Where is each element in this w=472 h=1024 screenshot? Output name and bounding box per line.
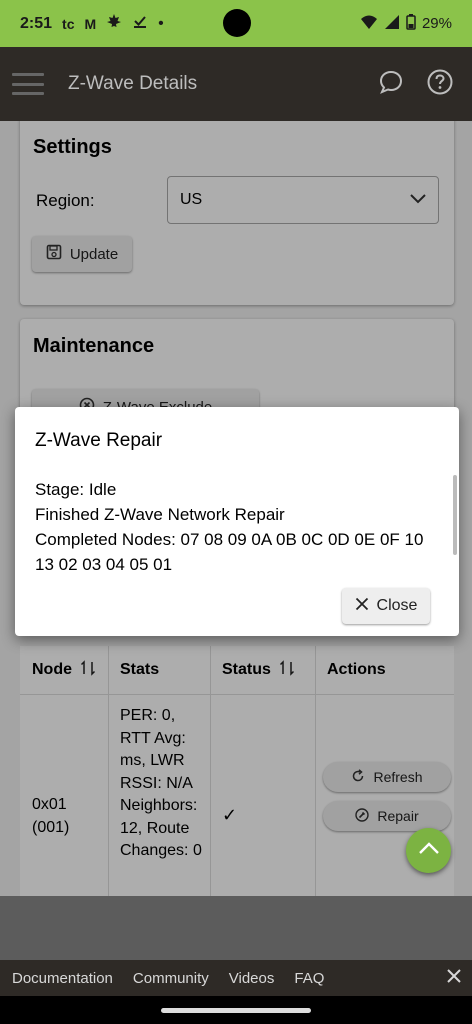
- zwave-repair-dialog: Z-Wave Repair Stage: Idle Finished Z-Wav…: [15, 407, 459, 636]
- footer-link-community[interactable]: Community: [133, 970, 209, 987]
- notification-dot: •: [158, 14, 164, 32]
- footer-link-videos[interactable]: Videos: [229, 970, 275, 987]
- scroll-top-button[interactable]: [406, 828, 451, 873]
- footer-link-documentation[interactable]: Documentation: [12, 970, 113, 987]
- download-done-icon: [132, 13, 148, 34]
- footer-bar: Documentation Community Videos FAQ: [0, 960, 472, 996]
- tc-app-icon: tc: [62, 15, 75, 32]
- gmail-icon: M: [84, 15, 97, 32]
- status-bar: 2:51 tc M • 29%: [0, 0, 472, 47]
- dialog-message: Finished Z-Wave Network Repair: [35, 505, 285, 524]
- close-icon: [355, 597, 369, 616]
- system-nav-bar: [0, 996, 472, 1024]
- help-icon[interactable]: [426, 68, 454, 101]
- dialog-scrollbar[interactable]: [453, 475, 457, 555]
- app-bar: Z-Wave Details: [0, 47, 472, 121]
- dialog-title: Z-Wave Repair: [35, 430, 163, 451]
- menu-icon[interactable]: [12, 73, 44, 95]
- cell-signal-icon: [384, 14, 400, 34]
- chevron-up-icon: [418, 841, 440, 860]
- front-camera: [223, 9, 251, 37]
- chat-icon[interactable]: [378, 69, 404, 100]
- dialog-stage: Stage: Idle: [35, 480, 117, 499]
- home-gesture-handle[interactable]: [161, 1007, 311, 1013]
- wifi-icon: [360, 14, 378, 34]
- battery-percent: 29%: [421, 15, 452, 32]
- dialog-body: Stage: Idle Finished Z-Wave Network Repa…: [35, 477, 445, 577]
- dialog-completed-nodes: Completed Nodes: 07 08 09 0A 0B 0C 0D 0E…: [35, 530, 424, 574]
- status-time: 2:51: [20, 14, 53, 32]
- footer-link-faq[interactable]: FAQ: [294, 970, 324, 987]
- battery-icon: [406, 13, 416, 34]
- close-icon[interactable]: [446, 968, 462, 988]
- page-title: Z-Wave Details: [68, 73, 198, 94]
- close-label: Close: [376, 597, 418, 614]
- close-button[interactable]: Close: [342, 588, 430, 624]
- maple-leaf-icon: [106, 13, 122, 34]
